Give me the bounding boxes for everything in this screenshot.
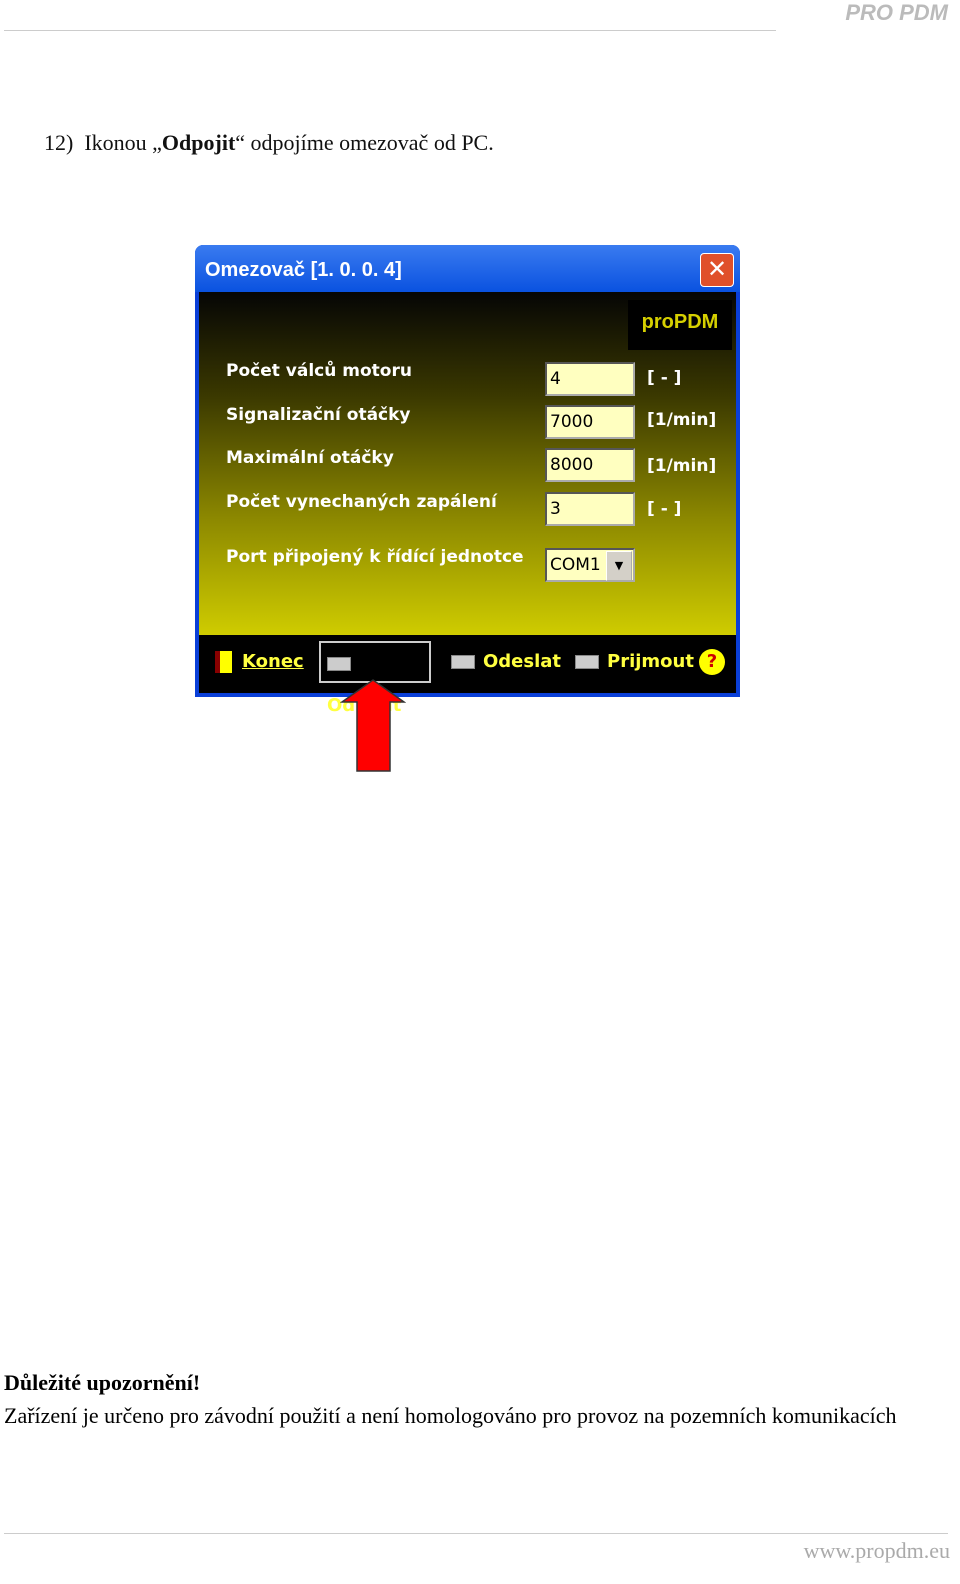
- field-label: Počet válců motoru: [226, 361, 412, 381]
- port-select[interactable]: COM1 ▼: [545, 548, 635, 582]
- unit-label: [ - ]: [647, 368, 682, 388]
- step-text: 12) Ikonou „Odpojit“ odpojíme omezovač o…: [44, 130, 494, 155]
- dialog-body: proPDM Počet válců motoru 4 [ - ] Signal…: [199, 292, 736, 635]
- button-bar: Konec Odpojit Odeslat Prijmout ?: [199, 635, 736, 716]
- omezovac-dialog: Omezovač [1. 0. 0. 4] ✕ proPDM Počet vál…: [195, 245, 740, 716]
- cylinders-input[interactable]: 4: [545, 362, 635, 396]
- prijmout-button[interactable]: Prijmout: [569, 641, 700, 683]
- odeslat-button[interactable]: Odeslat: [445, 641, 567, 683]
- propdm-logo: proPDM: [628, 300, 732, 350]
- konec-button[interactable]: Konec: [209, 641, 310, 683]
- field-label: Maximální otáčky: [226, 448, 394, 468]
- footer-url: www.propdm.eu: [803, 1538, 950, 1563]
- port-label: Port připojený k řídící jednotce: [226, 547, 524, 567]
- unit-label: [1/min]: [647, 456, 717, 476]
- chevron-down-icon[interactable]: ▼: [606, 551, 632, 581]
- max-rpm-input[interactable]: 8000: [545, 448, 635, 482]
- footer-rule: [4, 1533, 948, 1534]
- field-label: Počet vynechaných zapálení: [226, 492, 497, 512]
- header-logo: PRO PDM: [845, 0, 948, 25]
- warning-text: Zařízení je určeno pro závodní použití a…: [4, 1403, 897, 1428]
- button-icon: [451, 655, 475, 669]
- red-arrow-icon: [340, 679, 406, 772]
- close-button[interactable]: ✕: [700, 253, 734, 287]
- unit-label: [ - ]: [647, 499, 682, 519]
- exit-door-icon: [215, 651, 232, 673]
- warning-title: Důležité upozornění!: [4, 1370, 201, 1395]
- unit-label: [1/min]: [647, 410, 717, 430]
- button-icon: [575, 655, 599, 669]
- odpojit-button[interactable]: Odpojit: [319, 641, 431, 716]
- field-label: Signalizační otáčky: [226, 405, 411, 425]
- dialog-title: Omezovač [1. 0. 0. 4]: [195, 245, 740, 292]
- header-rule: [4, 30, 776, 31]
- signal-rpm-input[interactable]: 7000: [545, 405, 635, 439]
- button-icon: [327, 657, 351, 671]
- help-icon[interactable]: ?: [699, 649, 725, 675]
- misfire-input[interactable]: 3: [545, 492, 635, 526]
